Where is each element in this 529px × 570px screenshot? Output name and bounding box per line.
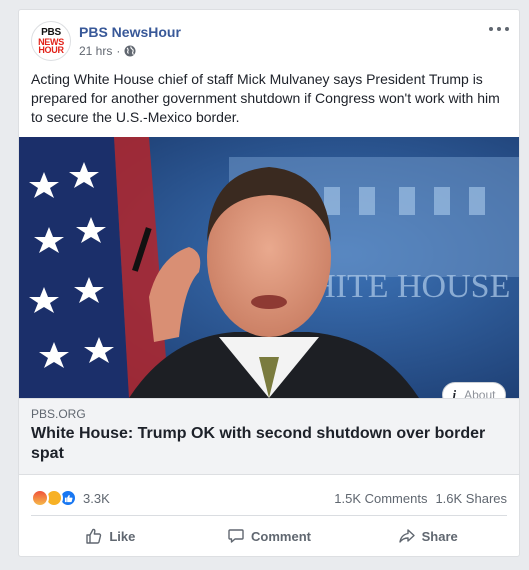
avatar-text-line3: HOUR bbox=[38, 45, 64, 55]
reaction-count: 3.3K bbox=[83, 490, 110, 506]
more-options-icon[interactable] bbox=[489, 23, 509, 35]
share-arrow-icon bbox=[398, 527, 416, 545]
meta-separator: · bbox=[116, 44, 121, 58]
comment-button[interactable]: Comment bbox=[190, 517, 349, 555]
link-domain: PBS.ORG bbox=[31, 407, 86, 421]
globe-icon bbox=[124, 45, 136, 57]
page-avatar[interactable]: PBS NEWS HOUR bbox=[31, 21, 71, 61]
share-label: Share bbox=[421, 528, 458, 544]
link-preview-footer[interactable]: PBS.ORG White House: Trump OK with secon… bbox=[19, 398, 519, 475]
page-name-link[interactable]: PBS NewsHour bbox=[79, 24, 181, 40]
shares-count-link[interactable]: 1.6K Shares bbox=[435, 491, 507, 506]
actions-divider bbox=[31, 515, 507, 516]
post-actions: Like Comment Share bbox=[31, 517, 507, 555]
link-headline[interactable]: White House: Trump OK with second shutdo… bbox=[31, 424, 501, 464]
engagement-counts: 1.5K Comments 1.6K Shares bbox=[334, 491, 507, 506]
post-text: Acting White House chief of staff Mick M… bbox=[31, 71, 500, 125]
post-card: PBS NEWS HOUR PBS NewsHour 21 hrs · Acti… bbox=[18, 9, 520, 557]
thumbs-up-icon bbox=[85, 527, 103, 545]
share-button[interactable]: Share bbox=[348, 517, 507, 555]
like-button[interactable]: Like bbox=[31, 517, 190, 555]
link-preview-image[interactable]: WHITE HOUSE bbox=[19, 137, 519, 398]
like-label: Like bbox=[109, 528, 136, 544]
post-stats: 3.3K 1.5K Comments 1.6K Shares bbox=[19, 476, 519, 516]
post-meta: 21 hrs · bbox=[79, 44, 136, 58]
post-timestamp[interactable]: 21 hrs bbox=[79, 44, 112, 58]
comment-bubble-icon bbox=[227, 527, 245, 545]
comment-label: Comment bbox=[251, 528, 311, 544]
comments-count-link[interactable]: 1.5K Comments bbox=[334, 491, 427, 506]
angry-icon bbox=[31, 489, 49, 507]
reactions-summary[interactable]: 3.3K bbox=[31, 489, 110, 507]
